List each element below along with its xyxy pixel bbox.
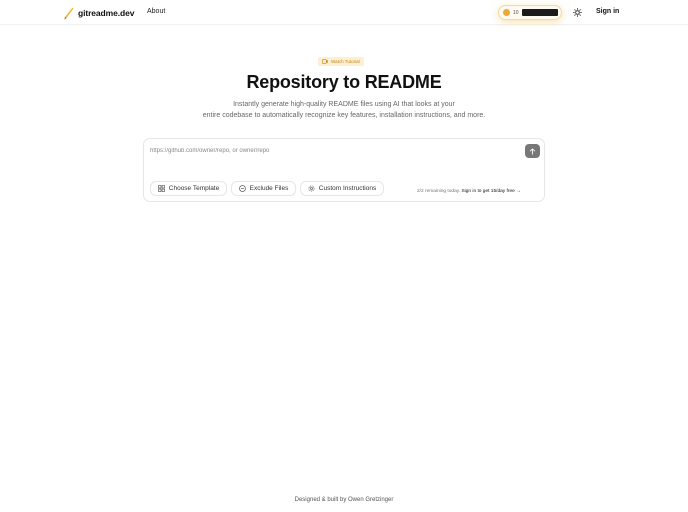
arrow-up-icon <box>529 147 536 155</box>
nav-about-link[interactable]: About <box>147 8 165 15</box>
arrow-right-icon: → <box>516 189 521 194</box>
submit-button[interactable] <box>525 144 540 158</box>
redacted-block <box>521 9 558 16</box>
video-icon <box>322 59 328 64</box>
sign-in-cta-link[interactable]: Sign in to get 15/day free <box>461 189 514 194</box>
minus-circle-icon <box>238 185 246 192</box>
exclude-files-button[interactable]: Exclude Files <box>231 181 296 196</box>
theme-toggle-button[interactable] <box>571 6 584 19</box>
choose-template-button[interactable]: Choose Template <box>150 181 227 196</box>
logo-text: gitreadme.dev <box>78 8 135 18</box>
repo-url-input[interactable] <box>150 145 520 157</box>
repo-input-card: Choose Template Exclude Files Custom Ins… <box>143 138 545 202</box>
gear-icon <box>308 185 315 192</box>
custom-instructions-button[interactable]: Custom Instructions <box>300 181 384 196</box>
github-star-pill[interactable]: 10 <box>498 5 562 20</box>
badge-label: Watch Tutorial <box>331 59 360 64</box>
watch-tutorial-badge[interactable]: Watch Tutorial <box>318 57 364 66</box>
subtitle-line-2: entire codebase to automatically recogni… <box>202 112 486 119</box>
top-header: gitreadme.dev About 10 Sign in <box>0 0 688 25</box>
sign-in-link[interactable]: Sign in <box>596 8 619 15</box>
subtitle-line-1: Instantly generate high-quality README f… <box>233 101 455 108</box>
remaining-count: 2/2 remaining today. <box>417 189 461 194</box>
choose-template-label: Choose Template <box>168 185 220 192</box>
layout-grid-icon <box>157 185 165 192</box>
footer-credit: Designed & built by Owen Gretzinger <box>294 497 394 503</box>
github-icon <box>503 9 510 16</box>
logo-link[interactable]: gitreadme.dev <box>64 5 134 21</box>
page-subtitle: Instantly generate high-quality README f… <box>144 99 544 121</box>
pencil-logo-icon <box>64 7 74 19</box>
exclude-files-label: Exclude Files <box>249 185 289 192</box>
usage-remaining-text: 2/2 remaining today. Sign in to get 15/d… <box>417 189 521 194</box>
github-star-count: 10 <box>513 9 519 16</box>
page-title: Repository to README <box>246 72 442 92</box>
sun-icon <box>573 8 582 17</box>
custom-instructions-label: Custom Instructions <box>318 185 377 192</box>
